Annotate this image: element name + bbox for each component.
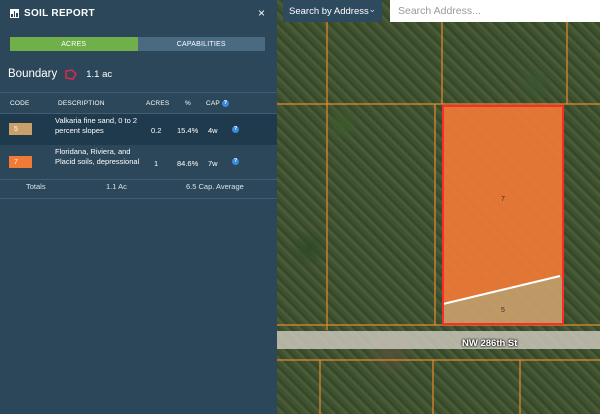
- bar-chart-icon: [10, 9, 19, 18]
- soil-acres: 0.2: [151, 126, 162, 135]
- soil-polygon-7: [443, 106, 563, 304]
- soil-color-swatch: 5: [9, 123, 32, 135]
- col-code: CODE: [10, 100, 30, 107]
- panel-title: SOIL REPORT: [24, 8, 95, 19]
- soil-description: Floridana, Riviera, and Placid soils, de…: [55, 147, 140, 166]
- tab-capabilities[interactable]: CAPABILITIES: [137, 37, 265, 51]
- col-acres: ACRES: [146, 100, 170, 107]
- search-mode-select[interactable]: Search by Address ⌄: [283, 0, 382, 22]
- divider: [0, 179, 277, 180]
- road-label: NW 286th St: [462, 338, 518, 349]
- report-tabs: ACRES CAPABILITIES: [10, 37, 265, 51]
- soil-percent: 15.4%: [177, 126, 199, 135]
- soil-cap: 4w: [208, 126, 218, 135]
- col-percent: %: [185, 100, 191, 107]
- map-overlay: [277, 0, 600, 414]
- chevron-down-icon: ⌄: [368, 4, 376, 14]
- address-search-input[interactable]: [390, 0, 600, 22]
- close-button[interactable]: ×: [258, 6, 265, 20]
- soil-acres: 1: [154, 159, 159, 168]
- polygon-label-7: 7: [501, 196, 505, 203]
- soil-description: Valkaria fine sand, 0 to 2 percent slope…: [55, 116, 137, 135]
- panel-header: SOIL REPORT ×: [0, 0, 277, 27]
- col-description: DESCRIPTION: [58, 100, 105, 107]
- tab-acres[interactable]: ACRES: [10, 37, 138, 51]
- satellite-map[interactable]: 7 5: [277, 0, 600, 414]
- totals-label: Totals: [26, 182, 46, 191]
- polygon-label-5: 5: [501, 307, 505, 314]
- road: [277, 331, 600, 349]
- soil-percent: 84.6%: [177, 159, 199, 168]
- soil-report-panel: SOIL REPORT × ACRES CAPABILITIES Boundar…: [0, 0, 277, 414]
- soil-cap: 7w: [208, 159, 218, 168]
- help-icon[interactable]: ?: [232, 158, 239, 165]
- help-icon[interactable]: ?: [221, 100, 229, 107]
- col-cap: CAP?: [206, 100, 229, 107]
- boundary-area: 1.1 ac: [86, 68, 113, 80]
- col-cap-label: CAP: [206, 100, 220, 108]
- boundary-summary: Boundary 1.1 ac: [8, 68, 112, 80]
- table-row[interactable]: 5 Valkaria fine sand, 0 to 2 percent slo…: [0, 114, 277, 145]
- search-mode-label: Search by Address: [289, 5, 369, 17]
- divider: [0, 198, 277, 199]
- table-row[interactable]: 7 Floridana, Riviera, and Placid soils, …: [0, 145, 277, 179]
- help-icon[interactable]: ?: [232, 126, 239, 133]
- totals-cap-average: 6.5 Cap. Average: [186, 182, 244, 191]
- soil-color-swatch: 7: [9, 156, 32, 168]
- totals-acres: 1.1 Ac: [106, 182, 127, 191]
- divider: [0, 92, 277, 93]
- boundary-label: Boundary: [8, 68, 58, 80]
- polygon-shape-icon: [65, 68, 78, 80]
